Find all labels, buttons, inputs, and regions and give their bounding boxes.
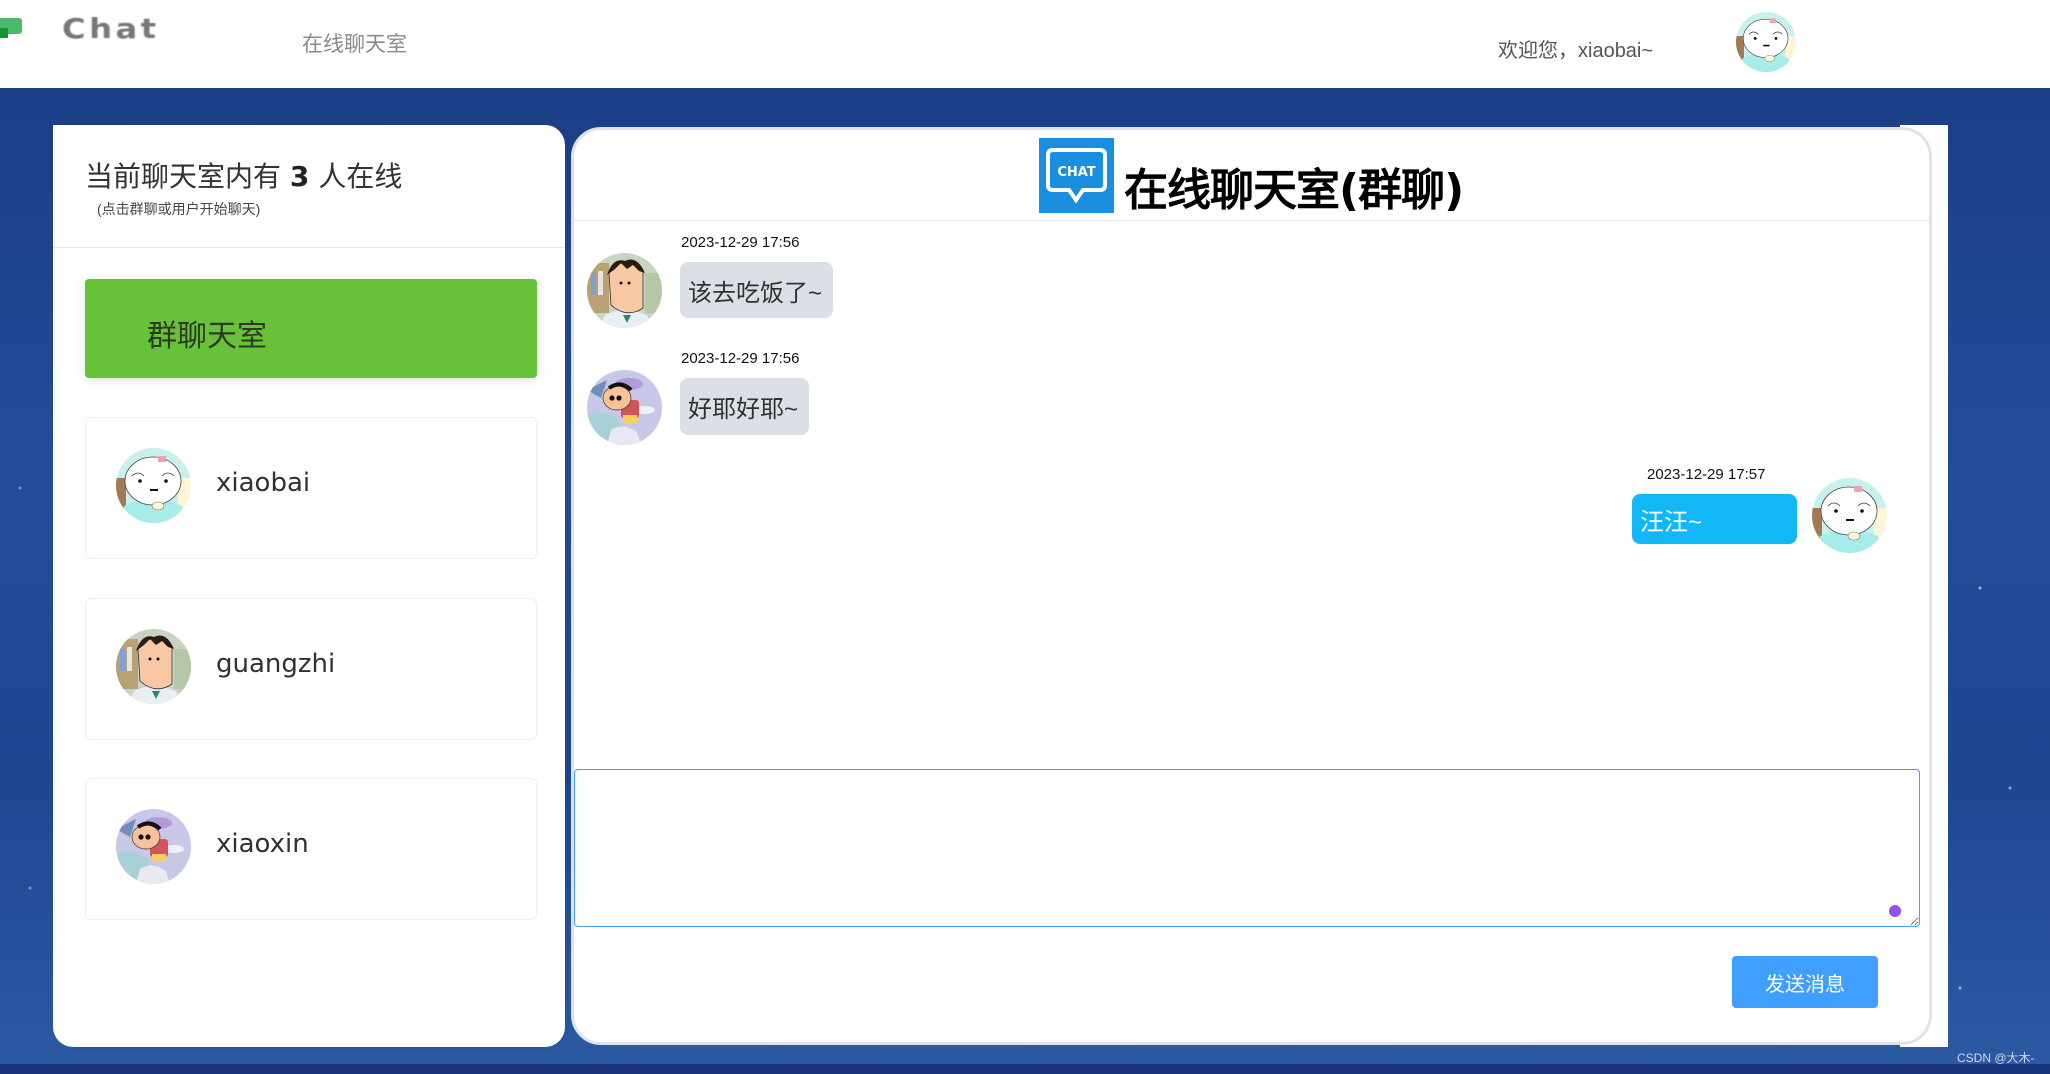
user-avatar (116, 809, 191, 884)
online-hint: (点击群聊或用户开始聊天) (97, 201, 261, 217)
message-timestamp: 2023-12-29 17:57 (1647, 466, 1766, 483)
background-bottom-band (0, 1064, 2050, 1074)
message-timestamp: 2023-12-29 17:56 (681, 234, 800, 251)
group-chat-button[interactable]: 群聊天室 (85, 279, 537, 378)
online-count-title: 当前聊天室内有 3 人在线 (85, 155, 402, 195)
watermark: CSDN @大木- (1957, 1051, 2035, 1065)
top-navbar: Chat 在线聊天室 欢迎您，xiaobai~ (0, 0, 2050, 88)
user-card-guangzhi[interactable]: guangzhi (85, 598, 537, 740)
message-bubble: 该去吃饭了~ (680, 262, 833, 318)
message-avatar-xiaoxin[interactable] (587, 370, 662, 445)
message-bubble-self: 汪汪~ (1632, 494, 1797, 544)
send-message-button[interactable]: 发送消息 (1732, 956, 1878, 1008)
message-avatar-guangzhi[interactable] (587, 253, 662, 328)
chat-bubble-icon: CHAT (1039, 138, 1114, 213)
user-name: guangzhi (216, 649, 336, 679)
user-avatar (116, 448, 191, 523)
message-avatar-xiaobai[interactable] (1812, 478, 1887, 553)
panel-divider (53, 247, 565, 248)
user-name: xiaoxin (216, 829, 309, 859)
message-input[interactable] (574, 769, 1920, 927)
group-chat-label: 群聊天室 (147, 320, 267, 353)
message-bubble: 好耶好耶~ (680, 378, 809, 435)
online-title-suffix: 人在线 (318, 160, 403, 193)
online-title-prefix: 当前聊天室内有 (85, 160, 282, 193)
chat-title: 在线聊天室(群聊) (1124, 165, 1464, 216)
logo-icon (0, 18, 22, 38)
welcome-text: 欢迎您，xiaobai~ (1498, 40, 1654, 62)
chat-panel: CHAT 在线聊天室(群聊) 2023-12-29 17:56 该去吃饭了~ 2… (571, 127, 1932, 1045)
user-card-xiaobai[interactable]: xiaobai (85, 417, 537, 559)
chat-header-divider (574, 220, 1929, 221)
user-card-xiaoxin[interactable]: xiaoxin (85, 778, 537, 920)
logo-text[interactable]: Chat (62, 12, 159, 45)
current-user-avatar[interactable] (1736, 12, 1796, 72)
svg-text:CHAT: CHAT (1057, 165, 1095, 180)
user-avatar (116, 629, 191, 704)
message-timestamp: 2023-12-29 17:56 (681, 350, 800, 367)
input-assist-icon[interactable] (1889, 905, 1901, 917)
nav-link-chatroom[interactable]: 在线聊天室 (302, 28, 407, 58)
online-users-panel: 当前聊天室内有 3 人在线 (点击群聊或用户开始聊天) 群聊天室 xiaobai… (53, 125, 565, 1047)
user-name: xiaobai (216, 468, 311, 498)
online-count: 3 (289, 160, 310, 193)
